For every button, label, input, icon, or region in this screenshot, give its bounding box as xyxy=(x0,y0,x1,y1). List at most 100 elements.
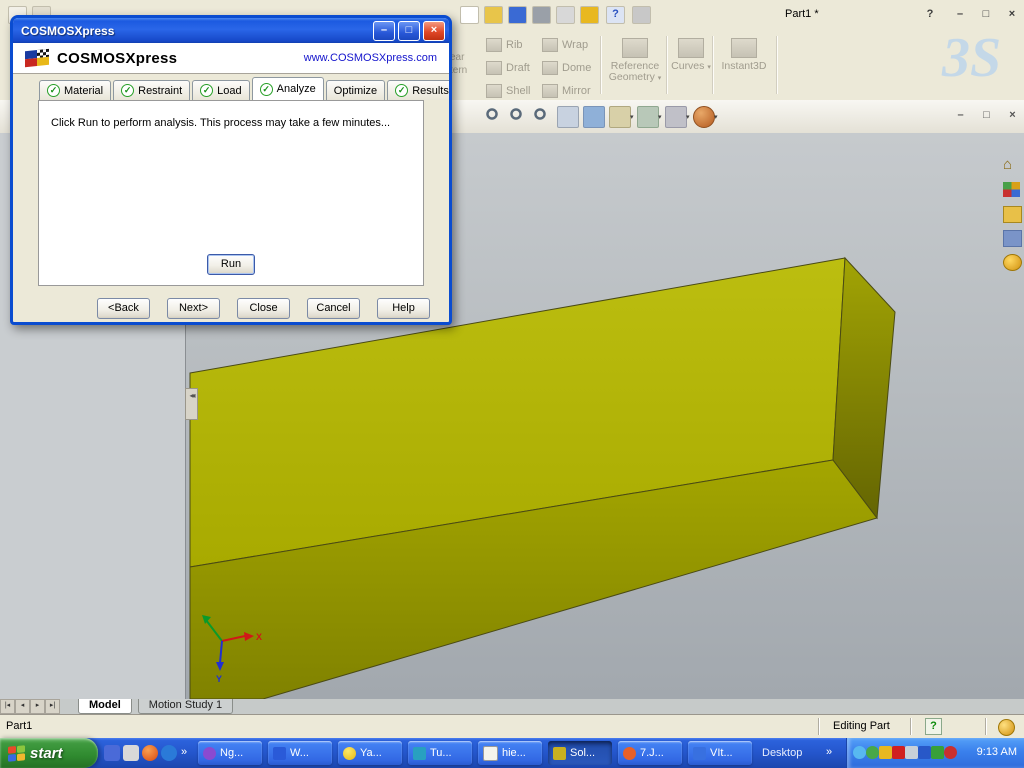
status-help-icon[interactable]: ? xyxy=(925,718,942,735)
desktop-more-icon[interactable]: » xyxy=(826,746,832,758)
quick-launch-firefox-icon[interactable] xyxy=(142,745,158,761)
desktop-toolbar-label[interactable]: Desktop xyxy=(762,747,802,759)
taskbar-button-1[interactable]: Ng... xyxy=(198,741,262,765)
dome-button[interactable]: Dome xyxy=(542,61,591,75)
print-preview-icon[interactable] xyxy=(556,6,575,24)
tray-messenger-icon[interactable] xyxy=(866,746,879,759)
window-close-icon[interactable]: × xyxy=(1004,7,1020,22)
task-pane-home-icon[interactable]: ⌂ xyxy=(1003,157,1020,173)
zoom-area-icon[interactable] xyxy=(507,106,527,126)
wrap-button[interactable]: Wrap xyxy=(542,38,588,52)
tab-nav-last-icon[interactable]: ▸| xyxy=(45,699,60,714)
tab-model[interactable]: Model xyxy=(78,699,132,714)
reference-geometry-icon xyxy=(622,38,648,58)
taskbar-button-solidworks[interactable]: Sol... xyxy=(548,741,612,765)
tray-app-icon-3[interactable] xyxy=(944,746,957,759)
curves-button[interactable]: Curves ▾ xyxy=(670,38,712,73)
shell-icon xyxy=(486,84,502,98)
tab-motion-study[interactable]: Motion Study 1 xyxy=(137,699,234,714)
panel-splitter-handle[interactable]: ◂◂ xyxy=(185,388,198,420)
quick-launch-more-icon[interactable]: » xyxy=(181,746,187,758)
display-style-icon[interactable] xyxy=(637,106,659,128)
doc-close-icon[interactable]: × xyxy=(1004,108,1021,124)
appearance-icon[interactable] xyxy=(693,106,715,128)
instant3d-button[interactable]: Instant3D xyxy=(716,38,772,72)
tab-nav-prev-icon[interactable]: ◂ xyxy=(15,699,30,714)
print-icon[interactable] xyxy=(532,6,551,24)
taskbar-clock: 9:13 AM xyxy=(976,746,1017,758)
check-icon: ✓ xyxy=(121,84,135,97)
draft-button[interactable]: Draft xyxy=(486,61,530,75)
tab-analyze[interactable]: ✓ Analyze xyxy=(251,77,324,100)
taskbar-button-3[interactable]: Ya... xyxy=(338,741,402,765)
task-pane-resources-icon[interactable] xyxy=(1003,182,1020,197)
triad-x-label: X xyxy=(256,632,262,642)
tray-update-icon[interactable] xyxy=(853,746,866,759)
status-bar: Part1 Editing Part ? xyxy=(0,714,1024,739)
dome-icon xyxy=(542,61,558,75)
quick-launch-icon-1[interactable] xyxy=(104,745,120,761)
taskbar-button-8[interactable]: VIt... xyxy=(688,741,752,765)
new-document-icon[interactable] xyxy=(460,6,479,24)
tray-antivirus-icon[interactable] xyxy=(892,746,905,759)
window-restore-icon[interactable]: □ xyxy=(978,7,994,22)
back-button[interactable]: <Back xyxy=(97,298,150,319)
tray-volume-icon[interactable] xyxy=(905,746,918,759)
task-pane-solidworks-icon[interactable] xyxy=(1003,254,1022,271)
doc-minimize-icon[interactable]: – xyxy=(952,108,969,124)
dialog-header: COSMOSXpress www.COSMOSXpress.com xyxy=(13,43,449,74)
shell-button[interactable]: Shell xyxy=(486,84,530,98)
rib-icon xyxy=(486,38,502,52)
cancel-button[interactable]: Cancel xyxy=(307,298,360,319)
tray-network-icon[interactable] xyxy=(931,746,944,759)
reference-geometry-button[interactable]: Reference Geometry ▾ xyxy=(604,38,666,84)
dialog-minimize-icon[interactable]: – xyxy=(373,20,395,41)
quick-launch-ie-icon[interactable] xyxy=(161,745,177,761)
dialog-maximize-icon[interactable]: □ xyxy=(398,20,420,41)
dialog-close-icon[interactable]: × xyxy=(423,20,445,41)
tab-restraint[interactable]: ✓ Restraint xyxy=(113,80,191,100)
taskbar-button-4[interactable]: Tu... xyxy=(408,741,472,765)
clipped-label-bottom: tern xyxy=(450,65,468,76)
view-orientation-icon[interactable] xyxy=(609,106,631,128)
section-view-icon[interactable] xyxy=(557,106,579,128)
help-icon[interactable]: ? xyxy=(606,6,625,24)
mirror-button[interactable]: Mirror xyxy=(542,84,591,98)
taskbar-button-7[interactable]: 7.J... xyxy=(618,741,682,765)
tab-results[interactable]: ✓ Results xyxy=(387,80,449,100)
quick-launch-icon-2[interactable] xyxy=(123,745,139,761)
help-button[interactable]: Help xyxy=(377,298,430,319)
zoom-fit-icon[interactable] xyxy=(483,106,503,126)
hide-show-items-icon[interactable] xyxy=(665,106,687,128)
doc-restore-icon[interactable]: □ xyxy=(978,108,995,124)
close-button[interactable]: Close xyxy=(237,298,290,319)
tab-nav-first-icon[interactable]: |◂ xyxy=(0,699,15,714)
status-editing-mode: Editing Part xyxy=(833,720,890,732)
task-pane-library-icon[interactable] xyxy=(1003,206,1022,223)
taskbar-button-5[interactable]: hie... xyxy=(478,741,542,765)
window-help-icon[interactable]: ? xyxy=(922,7,938,22)
window-minimize-icon[interactable]: – xyxy=(952,7,968,22)
view-settings-icon[interactable] xyxy=(583,106,605,128)
tab-nav-next-icon[interactable]: ▸ xyxy=(30,699,45,714)
start-button[interactable]: start xyxy=(0,738,98,768)
tab-optimize[interactable]: Optimize xyxy=(325,80,386,100)
toggle-toolbar-icon[interactable] xyxy=(632,6,651,24)
undo-icon[interactable] xyxy=(580,6,599,24)
dialog-titlebar[interactable]: COSMOSXpress – □ × xyxy=(13,18,449,43)
rib-button[interactable]: Rib xyxy=(486,38,523,52)
tray-app-icon-1[interactable] xyxy=(879,746,892,759)
open-folder-icon[interactable] xyxy=(484,6,503,24)
website-link[interactable]: www.COSMOSXpress.com xyxy=(304,52,437,64)
task-pane-explorer-icon[interactable] xyxy=(1003,230,1022,247)
tab-material[interactable]: ✓ Material xyxy=(39,80,112,100)
tray-app-icon-2[interactable] xyxy=(918,746,931,759)
zoom-in-out-icon[interactable] xyxy=(531,106,551,126)
analyze-message: Click Run to perform analysis. This proc… xyxy=(51,117,391,129)
save-icon[interactable] xyxy=(508,6,527,24)
run-button[interactable]: Run xyxy=(207,254,255,275)
next-button[interactable]: Next> xyxy=(167,298,220,319)
tab-load[interactable]: ✓ Load xyxy=(192,80,250,100)
taskbar-button-2[interactable]: W... xyxy=(268,741,332,765)
app-icon xyxy=(273,746,286,760)
